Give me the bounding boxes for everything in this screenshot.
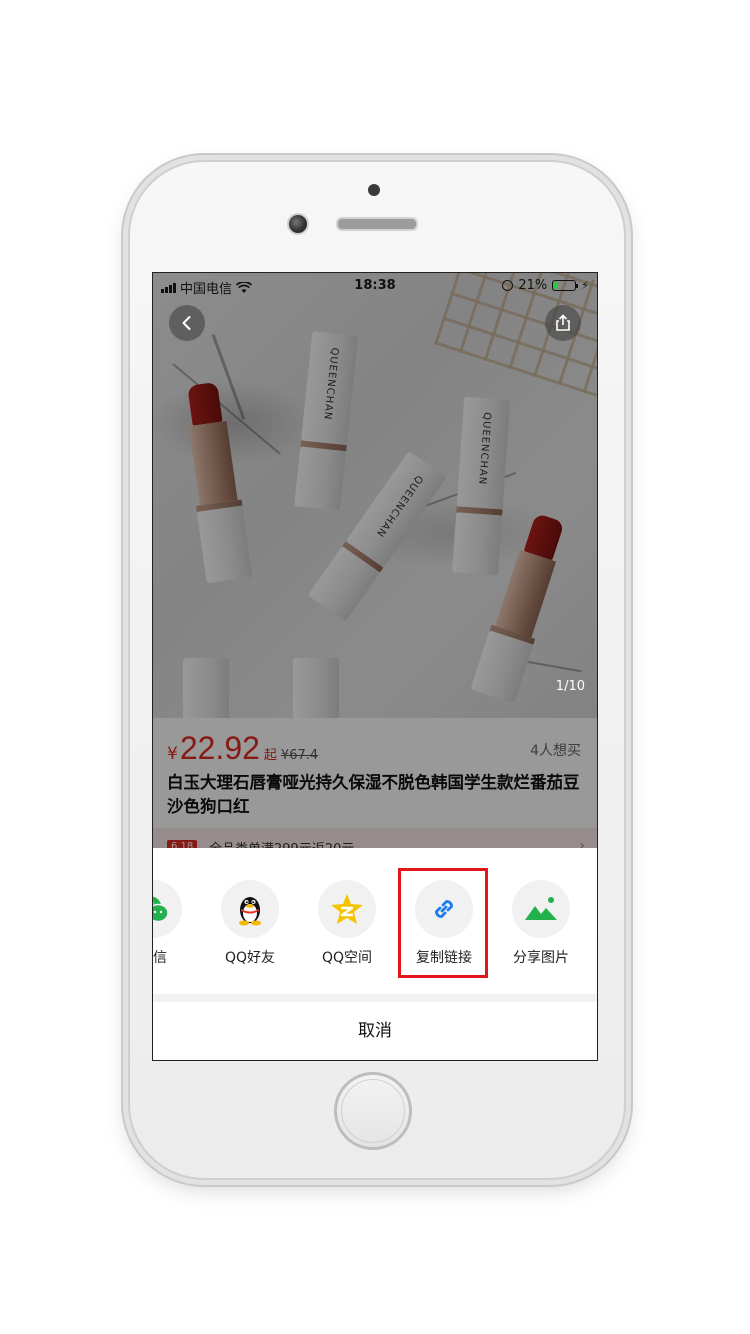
wechat-icon	[153, 896, 169, 923]
product-info: ¥ 22.92 起 ¥67.4 4人想买 白玉大理石唇膏哑光持久保湿不脱色韩国学…	[153, 718, 597, 868]
share-image-circle	[512, 880, 570, 938]
share-icon	[556, 314, 570, 331]
share-label: 微信	[153, 950, 167, 966]
image-page-counter: 1/10	[555, 679, 585, 694]
cancel-button[interactable]: 取消	[153, 1002, 597, 1060]
share-copy-link[interactable]: 复制链接	[399, 880, 489, 967]
share-sheet: 微信 QQ好友	[153, 848, 597, 1060]
share-label: QQ空间	[321, 950, 373, 966]
orientation-lock-icon	[502, 280, 514, 291]
share-qq-circle	[221, 880, 279, 938]
share-qq-friends[interactable]: QQ好友	[205, 880, 295, 967]
share-wechat-circle	[153, 880, 182, 938]
qzone-icon	[331, 894, 363, 924]
lipstick-closed-3: QUEENCHAN	[452, 396, 511, 580]
share-label: 分享图片	[513, 950, 569, 966]
lipstick-closed-1: QUEENCHAN	[294, 331, 359, 515]
share-image[interactable]: 分享图片	[496, 880, 586, 967]
back-button[interactable]	[169, 305, 205, 341]
link-icon	[435, 900, 453, 918]
share-qzone-circle	[318, 880, 376, 938]
share-label: 复制链接	[416, 950, 472, 966]
home-button[interactable]	[334, 1072, 412, 1150]
price: 22.92	[179, 730, 260, 766]
product-title: 白玉大理石唇膏哑光持久保湿不脱色韩国学生款烂番茄豆沙色狗口红	[167, 773, 580, 816]
share-button[interactable]	[545, 305, 581, 341]
share-qzone[interactable]: QQ空间	[302, 880, 392, 967]
earpiece-speaker	[336, 217, 418, 231]
battery-icon	[552, 280, 579, 291]
share-options-row[interactable]: 微信 QQ好友	[153, 848, 597, 994]
chevron-left-icon	[182, 316, 191, 330]
image-icon	[525, 897, 557, 920]
front-camera	[287, 213, 309, 235]
wants-count: 4人想买	[530, 743, 581, 759]
product-image[interactable]: QUEENCHAN QUEENCHAN QUEENCHAN 1/10	[153, 273, 597, 738]
price-suffix: 起	[263, 748, 277, 763]
battery-percent: 21%	[518, 278, 548, 293]
qq-icon	[239, 897, 261, 926]
charging-icon: ⚡	[581, 279, 589, 292]
status-bar: 中国电信 18:38 21% ⚡	[153, 273, 597, 299]
original-price: ¥67.4	[280, 748, 319, 763]
share-label: QQ好友	[224, 950, 276, 966]
price-row: ¥ 22.92 起 ¥67.4	[167, 730, 318, 767]
sheet-divider	[153, 994, 597, 1002]
phone-screen: QUEENCHAN QUEENCHAN QUEENCHAN 1/10 中国电信 …	[152, 272, 598, 1061]
share-copy-link-circle	[415, 880, 473, 938]
share-wechat[interactable]: 微信	[153, 880, 198, 967]
proximity-sensor	[368, 184, 380, 196]
currency-symbol: ¥	[167, 744, 178, 764]
